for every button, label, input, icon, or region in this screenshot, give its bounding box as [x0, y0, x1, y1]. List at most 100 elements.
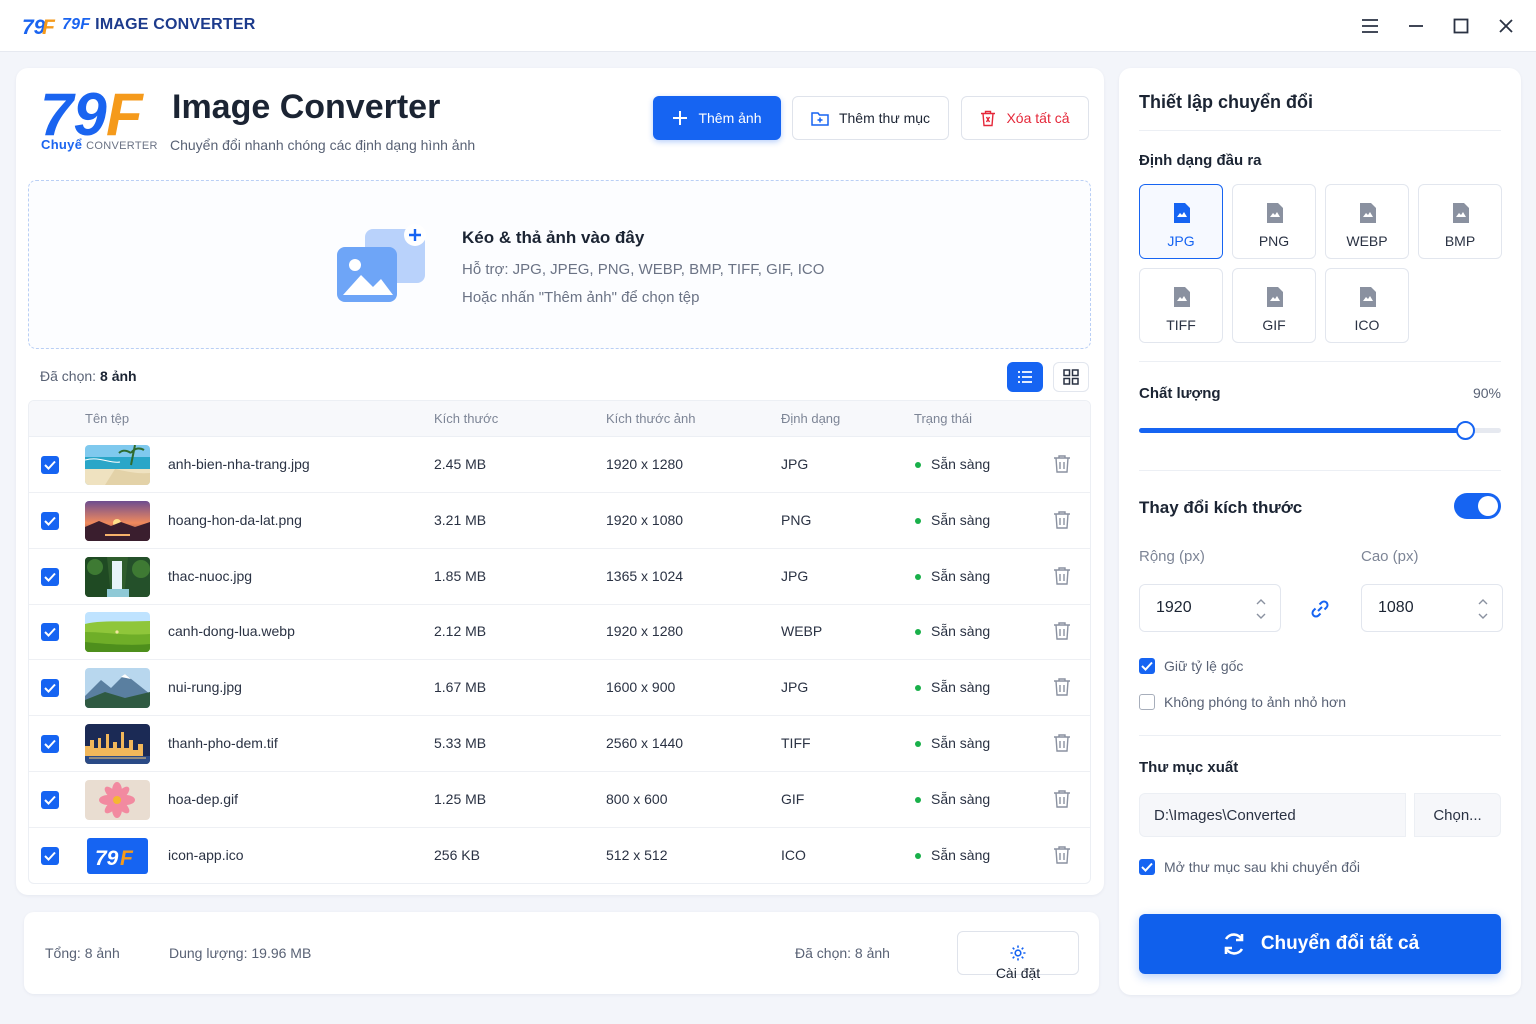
format-label: TIFF	[1166, 317, 1196, 333]
spinner-icon[interactable]	[1256, 597, 1266, 621]
folder-plus-icon	[811, 112, 829, 126]
image-dimensions: 1600 x 900	[606, 679, 676, 696]
trash-icon[interactable]	[1053, 510, 1071, 530]
divider	[1139, 361, 1501, 362]
image-file-icon	[1174, 203, 1190, 223]
row-checkbox[interactable]	[41, 456, 59, 474]
link-ratio-icon[interactable]	[1309, 598, 1331, 620]
maximize-button[interactable]	[1445, 10, 1477, 42]
format-option-tiff[interactable]: TIFF	[1139, 268, 1223, 343]
menu-button[interactable]	[1354, 10, 1386, 42]
file-format: ICO	[781, 846, 806, 863]
image-file-icon	[1360, 287, 1376, 307]
open-after-label: Mở thư mục sau khi chuyển đổi	[1164, 859, 1360, 875]
trash-icon[interactable]	[1053, 621, 1071, 641]
summary-bar: Tổng: 8 ảnh Dung lượng: 19.96 MB Đã chọn…	[24, 912, 1099, 994]
trash-icon[interactable]	[1053, 845, 1071, 865]
no-upscale-checkbox[interactable]: Không phóng to ảnh nhỏ hơn	[1139, 694, 1346, 710]
format-option-ico[interactable]: ICO	[1325, 268, 1409, 343]
row-checkbox[interactable]	[41, 790, 59, 809]
file-thumbnail	[85, 500, 150, 541]
row-checkbox[interactable]	[41, 846, 59, 865]
file-thumbnail	[85, 445, 150, 485]
resize-toggle[interactable]	[1454, 493, 1501, 519]
file-size: 1.67 MB	[434, 679, 487, 696]
width-input[interactable]: 1920	[1139, 584, 1281, 632]
total-count: Tổng: 8 ảnh	[45, 945, 120, 961]
row-checkbox[interactable]	[41, 511, 59, 530]
row-checkbox[interactable]	[41, 567, 59, 586]
file-name: hoa-dep.gif	[168, 790, 239, 807]
status-dot	[915, 852, 921, 859]
height-input[interactable]: 1080	[1361, 584, 1503, 632]
header-size: Kích thước	[434, 411, 499, 426]
grid-view-button[interactable]	[1053, 362, 1089, 392]
page-title: Image Converter	[172, 88, 441, 126]
image-dimensions: 1920 x 1280	[606, 456, 684, 472]
format-option-png[interactable]: PNG	[1232, 184, 1316, 259]
quality-slider[interactable]	[1139, 421, 1501, 440]
trash-icon[interactable]	[1053, 677, 1071, 697]
minimize-button[interactable]	[1400, 10, 1432, 42]
convert-all-label: Chuyển đổi tất cả	[1260, 933, 1420, 954]
table-row[interactable]: thac-nuoc.jpg 1.85 MB 1365 x 1024 JPG Sẵn sà…	[29, 549, 1090, 605]
output-dir-label: Thư mục xuất	[1139, 759, 1239, 776]
table-row[interactable]: nui-rung.jpg 1.67 MB 1600 x 900 JPG Sẵn sàng	[29, 660, 1090, 717]
add-image-icon	[337, 224, 426, 302]
trash-icon[interactable]	[1053, 789, 1071, 809]
format-option-webp[interactable]: WEBP	[1325, 184, 1409, 259]
choose-folder-button[interactable]: Chọn...	[1414, 793, 1501, 837]
status-dot	[915, 796, 921, 803]
table-row[interactable]: hoang-hon-da-lat.png 3.21 MB 1920 x 1080 PN…	[29, 493, 1090, 549]
format-option-jpg[interactable]: JPG	[1139, 184, 1223, 259]
row-checkbox[interactable]	[41, 623, 59, 642]
dropzone-title: Kéo & thả ảnh vào đây	[462, 228, 645, 247]
list-view-button[interactable]	[1007, 362, 1043, 392]
clear-all-button[interactable]: Xóa tất cả	[961, 96, 1089, 140]
spinner-icon[interactable]	[1478, 597, 1488, 621]
close-button[interactable]	[1490, 10, 1522, 42]
list-view-icon	[1018, 371, 1032, 383]
convert-all-button[interactable]: Chuyển đổi tất cả	[1139, 914, 1501, 974]
output-dir-input[interactable]: D:\Images\Converted	[1139, 793, 1406, 837]
image-file-icon	[1267, 203, 1283, 223]
resize-label: Thay đổi kích thước	[1139, 498, 1303, 517]
file-format: WEBP	[781, 623, 823, 640]
selected-count: Đã chọn: 8 ảnh	[40, 368, 137, 384]
row-checkbox[interactable]	[41, 735, 59, 753]
table-row[interactable]: thanh-pho-dem.tif 5.33 MB 2560 x 1440 TIFF S…	[29, 716, 1090, 772]
format-option-bmp[interactable]: BMP	[1418, 184, 1502, 259]
checkbox-unchecked-icon[interactable]	[1139, 694, 1155, 710]
format-option-gif[interactable]: GIF	[1232, 268, 1316, 343]
width-label: Rộng (px)	[1139, 548, 1205, 565]
format-label: JPG	[1167, 233, 1195, 249]
table-row[interactable]: canh-dong-lua.webp 2.12 MB 1920 x 1280 WEBP…	[29, 604, 1090, 661]
checkbox-checked-icon[interactable]	[1139, 859, 1155, 875]
table-row[interactable]: 79 Ficon-app.ico 256 KB 512 x 512 ICO Sẵn sàn…	[29, 828, 1090, 883]
svg-text:F: F	[42, 16, 56, 38]
quality-slider-handle[interactable]	[1455, 421, 1475, 440]
add-folder-button[interactable]: Thêm thư mục	[792, 96, 949, 140]
checkbox-checked-icon[interactable]	[1139, 658, 1155, 674]
brand-text: IMAGE CONVERTER	[95, 16, 256, 33]
add-images-button[interactable]: Thêm ảnh	[653, 96, 781, 140]
keep-ratio-checkbox[interactable]: Giữ tỷ lệ gốc	[1139, 658, 1243, 674]
table-row[interactable]: anh-bien-nha-trang.jpg 2.45 MB 1920 x 1280…	[29, 437, 1090, 493]
file-size: 256 KB	[434, 846, 480, 863]
logo-tagline-main: Chuyể	[41, 137, 83, 152]
table-row[interactable]: hoa-dep.gif 1.25 MB 800 x 600 GIF Sẵn sàng	[29, 772, 1090, 828]
trash-icon[interactable]	[1053, 733, 1071, 753]
trash-icon[interactable]	[1053, 566, 1071, 586]
drop-zone[interactable]: Kéo & thả ảnh vào đây Hỗ trợ: JPG, JPEG,…	[28, 180, 1091, 349]
row-checkbox[interactable]	[41, 679, 59, 698]
file-panel: 79 F Chuyể CONVERTER Image Converter Chu…	[16, 68, 1104, 895]
image-file-icon	[1360, 203, 1376, 223]
open-after-checkbox[interactable]: Mở thư mục sau khi chuyển đổi	[1139, 859, 1360, 875]
dropzone-supported: Hỗ trợ: JPG, JPEG, PNG, WEBP, BMP, TIFF,…	[462, 261, 825, 278]
file-format: TIFF	[781, 735, 811, 751]
settings-button[interactable]: Cài đặt	[957, 931, 1079, 981]
grid-view-icon	[1063, 369, 1079, 385]
logo-tagline-muted: CONVERTER	[86, 140, 158, 152]
settings-label: Cài đặt	[995, 965, 1041, 981]
trash-icon[interactable]	[1053, 454, 1071, 474]
